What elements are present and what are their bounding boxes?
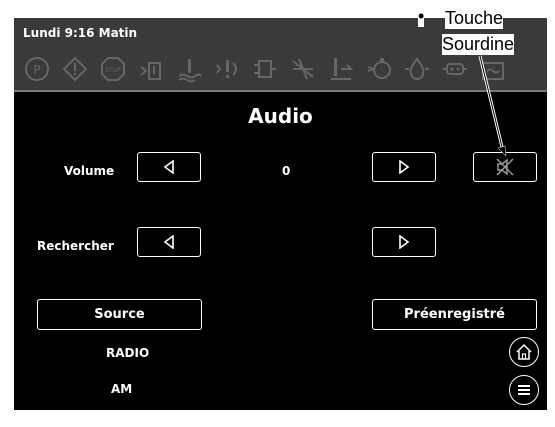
triangle-right-icon	[399, 235, 410, 249]
speaker-muted-icon	[496, 158, 514, 176]
dpf-icon	[440, 54, 470, 84]
menu-icon	[518, 385, 530, 395]
svg-text:STOP: STOP	[105, 67, 121, 74]
coolant-temp-icon	[174, 54, 204, 84]
oil-level-icon	[326, 54, 356, 84]
seek-forward-button[interactable]	[372, 227, 436, 257]
triangle-left-icon	[163, 235, 174, 249]
warning-icon	[60, 54, 90, 84]
preset-button[interactable]: Préenregistré	[372, 299, 537, 330]
fuel-filter-icon	[136, 54, 166, 84]
triangle-right-icon	[399, 160, 410, 174]
home-icon	[516, 343, 532, 360]
callout-bullet: •	[418, 6, 425, 27]
volume-down-button[interactable]	[137, 152, 201, 182]
clock-text: Lundi 9:16 Matin	[23, 26, 138, 40]
svg-text:P: P	[33, 63, 40, 77]
source-button[interactable]: Source	[37, 299, 202, 330]
callout-line1: Touche	[445, 8, 504, 29]
diff-lock-icon	[288, 54, 318, 84]
callout-arrow-icon	[478, 55, 507, 157]
volume-value: 0	[282, 164, 291, 178]
header-divider	[14, 90, 547, 92]
fuel-icon	[364, 54, 394, 84]
home-button[interactable]	[509, 337, 539, 367]
callout-line2: Sourdine	[442, 34, 515, 55]
seek-back-button[interactable]	[137, 227, 201, 257]
menu-button[interactable]	[509, 375, 539, 405]
park-brake-icon: P	[22, 54, 52, 84]
hydraulic-icon	[212, 54, 242, 84]
triangle-left-icon	[163, 160, 174, 174]
seek-label: Rechercher	[37, 239, 114, 253]
stop-icon: STOP	[98, 54, 128, 84]
source-band-text: RADIO	[106, 346, 150, 360]
display-screen: Lundi 9:16 Matin P STOP Audio Volume 0 R…	[14, 18, 547, 410]
engine-oil-icon	[402, 54, 432, 84]
indicator-icons: P STOP	[22, 54, 542, 84]
volume-up-button[interactable]	[372, 152, 436, 182]
page-title: Audio	[248, 104, 313, 128]
volume-label: Volume	[64, 164, 115, 178]
source-mode-text: AM	[111, 382, 133, 396]
transmission-icon	[250, 54, 280, 84]
